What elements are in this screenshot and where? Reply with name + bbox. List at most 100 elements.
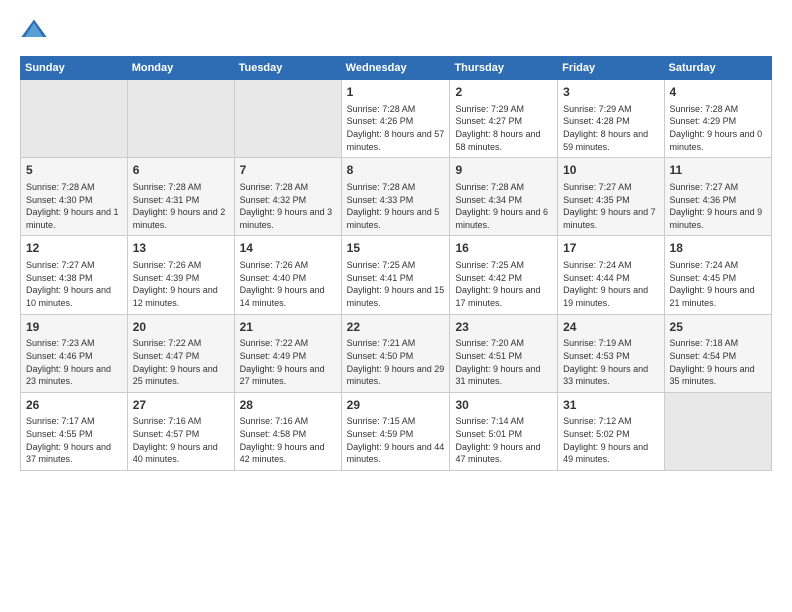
date-number: 18 — [670, 240, 766, 257]
date-number: 22 — [347, 319, 445, 336]
calendar-cell: 21Sunrise: 7:22 AM Sunset: 4:49 PM Dayli… — [234, 314, 341, 392]
cell-content: Sunrise: 7:26 AM Sunset: 4:39 PM Dayligh… — [133, 259, 229, 309]
calendar-cell: 5 Sunrise: 7:28 AM Sunset: 4:30 PM Daylig… — [21, 158, 128, 236]
cell-content: Sunrise: 7:23 AM Sunset: 4:46 PM Dayligh… — [26, 337, 122, 387]
cell-content: Sunrise: 7:28 AM Sunset: 4:34 PM Dayligh… — [455, 181, 552, 231]
cell-content: Sunrise: 7:14 AM Sunset: 5:01 PM Dayligh… — [455, 415, 552, 465]
calendar-cell: 1 Sunrise: 7:28 AM Sunset: 4:26 PM Daylig… — [341, 80, 450, 158]
week-row-2: 5 Sunrise: 7:28 AM Sunset: 4:30 PM Daylig… — [21, 158, 772, 236]
calendar-cell: 7 Sunrise: 7:28 AM Sunset: 4:32 PM Daylig… — [234, 158, 341, 236]
cell-content: Sunrise: 7:25 AM Sunset: 4:42 PM Dayligh… — [455, 259, 552, 309]
date-number: 29 — [347, 397, 445, 414]
calendar-cell: 26Sunrise: 7:17 AM Sunset: 4:55 PM Dayli… — [21, 392, 128, 470]
date-number: 14 — [240, 240, 336, 257]
date-number: 23 — [455, 319, 552, 336]
date-number: 9 — [455, 162, 552, 179]
calendar-cell: 19Sunrise: 7:23 AM Sunset: 4:46 PM Dayli… — [21, 314, 128, 392]
calendar-cell: 10 Sunrise: 7:27 AM Sunset: 4:35 PM Dayli… — [558, 158, 664, 236]
date-number: 21 — [240, 319, 336, 336]
calendar-cell: 2Sunrise: 7:29 AM Sunset: 4:27 PM Daylig… — [450, 80, 558, 158]
calendar-cell: 4 Sunrise: 7:28 AM Sunset: 4:29 PM Daylig… — [664, 80, 771, 158]
day-header-friday: Friday — [558, 57, 664, 80]
logo — [20, 16, 54, 44]
calendar-cell: 6 Sunrise: 7:28 AM Sunset: 4:31 PM Daylig… — [127, 158, 234, 236]
cell-content: Sunrise: 7:28 AM Sunset: 4:30 PM Dayligh… — [26, 181, 122, 231]
calendar-cell: 27Sunrise: 7:16 AM Sunset: 4:57 PM Dayli… — [127, 392, 234, 470]
calendar-table: SundayMondayTuesdayWednesdayThursdayFrid… — [20, 56, 772, 471]
date-number: 30 — [455, 397, 552, 414]
calendar-cell: 12Sunrise: 7:27 AM Sunset: 4:38 PM Dayli… — [21, 236, 128, 314]
calendar-cell: 25Sunrise: 7:18 AM Sunset: 4:54 PM Dayli… — [664, 314, 771, 392]
cell-content: Sunrise: 7:28 AM Sunset: 4:32 PM Dayligh… — [240, 181, 336, 231]
cell-content: Sunrise: 7:16 AM Sunset: 4:58 PM Dayligh… — [240, 415, 336, 465]
cell-content: Sunrise: 7:29 AM Sunset: 4:28 PM Dayligh… — [563, 103, 658, 153]
cell-content: Sunrise: 7:20 AM Sunset: 4:51 PM Dayligh… — [455, 337, 552, 387]
cell-content: Sunrise: 7:28 AM Sunset: 4:33 PM Dayligh… — [347, 181, 445, 231]
cell-content: Sunrise: 7:17 AM Sunset: 4:55 PM Dayligh… — [26, 415, 122, 465]
day-header-saturday: Saturday — [664, 57, 771, 80]
date-number: 7 — [240, 162, 336, 179]
calendar-header: SundayMondayTuesdayWednesdayThursdayFrid… — [21, 57, 772, 80]
cell-content: Sunrise: 7:28 AM Sunset: 4:29 PM Dayligh… — [670, 103, 766, 153]
cell-content: Sunrise: 7:27 AM Sunset: 4:36 PM Dayligh… — [670, 181, 766, 231]
cell-content: Sunrise: 7:26 AM Sunset: 4:40 PM Dayligh… — [240, 259, 336, 309]
calendar-cell — [127, 80, 234, 158]
calendar-cell: 18 Sunrise: 7:24 AM Sunset: 4:45 PM Dayli… — [664, 236, 771, 314]
header — [20, 16, 772, 44]
date-number: 27 — [133, 397, 229, 414]
calendar-cell: 15Sunrise: 7:25 AM Sunset: 4:41 PM Dayli… — [341, 236, 450, 314]
calendar-cell: 17Sunrise: 7:24 AM Sunset: 4:44 PM Dayli… — [558, 236, 664, 314]
day-header-monday: Monday — [127, 57, 234, 80]
calendar-cell: 3 Sunrise: 7:29 AM Sunset: 4:28 PM Daylig… — [558, 80, 664, 158]
calendar-cell: 31Sunrise: 7:12 AM Sunset: 5:02 PM Dayli… — [558, 392, 664, 470]
calendar-cell — [664, 392, 771, 470]
calendar-cell: 20Sunrise: 7:22 AM Sunset: 4:47 PM Dayli… — [127, 314, 234, 392]
date-number: 10 — [563, 162, 658, 179]
day-header-wednesday: Wednesday — [341, 57, 450, 80]
calendar-cell — [21, 80, 128, 158]
date-number: 4 — [670, 84, 766, 101]
calendar-cell: 8 Sunrise: 7:28 AM Sunset: 4:33 PM Daylig… — [341, 158, 450, 236]
calendar-cell: 23Sunrise: 7:20 AM Sunset: 4:51 PM Dayli… — [450, 314, 558, 392]
cell-content: Sunrise: 7:28 AM Sunset: 4:26 PM Dayligh… — [347, 103, 445, 153]
calendar-cell: 24Sunrise: 7:19 AM Sunset: 4:53 PM Dayli… — [558, 314, 664, 392]
date-number: 20 — [133, 319, 229, 336]
page: SundayMondayTuesdayWednesdayThursdayFrid… — [0, 0, 792, 487]
date-number: 8 — [347, 162, 445, 179]
date-number: 11 — [670, 162, 766, 179]
calendar-cell: 22Sunrise: 7:21 AM Sunset: 4:50 PM Dayli… — [341, 314, 450, 392]
cell-content: Sunrise: 7:27 AM Sunset: 4:35 PM Dayligh… — [563, 181, 658, 231]
date-number: 17 — [563, 240, 658, 257]
logo-icon — [20, 16, 48, 44]
cell-content: Sunrise: 7:21 AM Sunset: 4:50 PM Dayligh… — [347, 337, 445, 387]
day-header-thursday: Thursday — [450, 57, 558, 80]
date-number: 15 — [347, 240, 445, 257]
week-row-1: 1 Sunrise: 7:28 AM Sunset: 4:26 PM Daylig… — [21, 80, 772, 158]
date-number: 26 — [26, 397, 122, 414]
calendar-cell: 29Sunrise: 7:15 AM Sunset: 4:59 PM Dayli… — [341, 392, 450, 470]
date-number: 2 — [455, 84, 552, 101]
week-row-4: 19Sunrise: 7:23 AM Sunset: 4:46 PM Dayli… — [21, 314, 772, 392]
date-number: 6 — [133, 162, 229, 179]
cell-content: Sunrise: 7:19 AM Sunset: 4:53 PM Dayligh… — [563, 337, 658, 387]
cell-content: Sunrise: 7:28 AM Sunset: 4:31 PM Dayligh… — [133, 181, 229, 231]
cell-content: Sunrise: 7:24 AM Sunset: 4:45 PM Dayligh… — [670, 259, 766, 309]
cell-content: Sunrise: 7:22 AM Sunset: 4:47 PM Dayligh… — [133, 337, 229, 387]
date-number: 12 — [26, 240, 122, 257]
week-row-5: 26Sunrise: 7:17 AM Sunset: 4:55 PM Dayli… — [21, 392, 772, 470]
date-number: 24 — [563, 319, 658, 336]
date-number: 1 — [347, 84, 445, 101]
cell-content: Sunrise: 7:16 AM Sunset: 4:57 PM Dayligh… — [133, 415, 229, 465]
calendar-cell: 13Sunrise: 7:26 AM Sunset: 4:39 PM Dayli… — [127, 236, 234, 314]
calendar-cell: 28Sunrise: 7:16 AM Sunset: 4:58 PM Dayli… — [234, 392, 341, 470]
cell-content: Sunrise: 7:12 AM Sunset: 5:02 PM Dayligh… — [563, 415, 658, 465]
day-header-tuesday: Tuesday — [234, 57, 341, 80]
calendar-cell — [234, 80, 341, 158]
calendar-cell: 14 Sunrise: 7:26 AM Sunset: 4:40 PM Dayli… — [234, 236, 341, 314]
calendar-cell: 16Sunrise: 7:25 AM Sunset: 4:42 PM Dayli… — [450, 236, 558, 314]
date-number: 3 — [563, 84, 658, 101]
cell-content: Sunrise: 7:15 AM Sunset: 4:59 PM Dayligh… — [347, 415, 445, 465]
week-row-3: 12Sunrise: 7:27 AM Sunset: 4:38 PM Dayli… — [21, 236, 772, 314]
date-number: 31 — [563, 397, 658, 414]
date-number: 5 — [26, 162, 122, 179]
